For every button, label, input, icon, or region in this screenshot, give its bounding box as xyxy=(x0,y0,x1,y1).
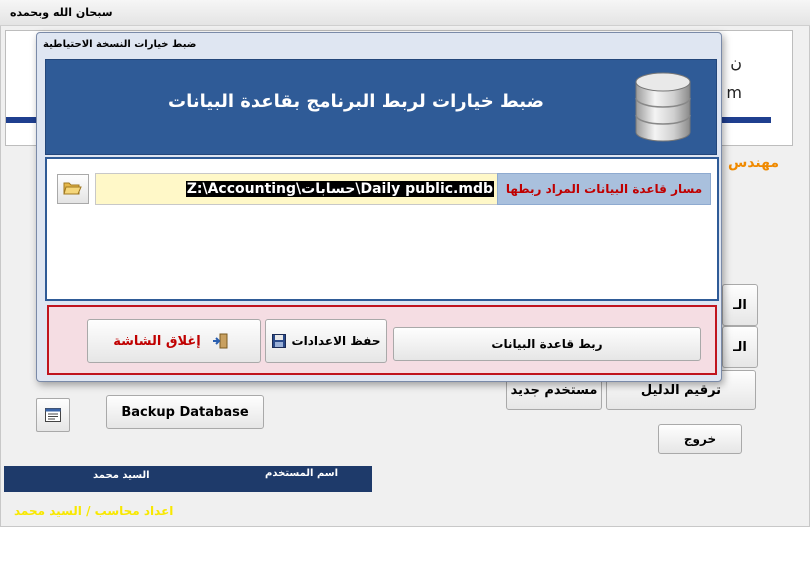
dialog-title: ضبط خيارات النسخة الاحتياطية xyxy=(43,39,197,50)
database-path-label: مسار قاعدة البيانات المراد ربطها xyxy=(497,173,711,205)
form-list-button[interactable] xyxy=(36,398,70,432)
exit-button[interactable]: خروج xyxy=(658,424,742,454)
link-database-button[interactable]: ربط قاعدة البيانات xyxy=(393,327,701,361)
save-settings-button[interactable]: حفظ الاعدادات xyxy=(265,319,387,363)
engineer-heading: مهندس xyxy=(728,155,780,171)
floppy-disk-icon xyxy=(271,334,286,348)
dialog-banner-title: ضبط خيارات لربط البرنامج بقاعدة البيانات xyxy=(168,91,544,112)
header-partial-text-1: ن xyxy=(730,53,742,72)
exit-door-icon xyxy=(212,333,228,349)
header-partial-text-2: m xyxy=(726,83,742,102)
database-icon xyxy=(635,72,691,142)
database-path-panel: Z:\Accounting\حسابات\Daily public.mdb مس… xyxy=(45,157,719,301)
dialog-banner: ضبط خيارات لربط البرنامج بقاعدة البيانات xyxy=(45,59,717,155)
close-screen-button[interactable]: إغلاق الشاشة xyxy=(87,319,261,363)
form-list-icon xyxy=(45,408,61,422)
backup-database-button[interactable]: Backup Database xyxy=(106,395,264,429)
save-settings-label: حفظ الاعدادات xyxy=(291,334,381,348)
user-name-value: السيد محمد xyxy=(93,470,150,481)
database-path-value: Z:\Accounting\حسابات\Daily public.mdb xyxy=(185,181,494,197)
partial-button-2[interactable]: الـ xyxy=(722,326,758,368)
partial-button-1[interactable]: الـ xyxy=(722,284,758,326)
browse-button[interactable] xyxy=(57,174,89,204)
folder-open-icon xyxy=(63,182,82,195)
database-path-field[interactable]: Z:\Accounting\حسابات\Daily public.mdb xyxy=(95,173,551,205)
user-name-label: اسم المستخدم xyxy=(265,468,339,479)
backup-settings-dialog: ضبط خيارات النسخة الاحتياطية ضبط خيارات … xyxy=(36,32,722,382)
author-credit: اعداد محاسب / السيد محمد xyxy=(14,504,174,518)
dialog-title-bar: ضبط خيارات النسخة الاحتياطية xyxy=(37,33,721,59)
dialog-actions-panel: إغلاق الشاشة حفظ الاعدادات ربط قاعدة الب… xyxy=(47,305,717,375)
close-screen-label: إغلاق الشاشة xyxy=(113,333,201,349)
main-window-title: سبحان الله وبحمده xyxy=(10,6,113,19)
main-title-bar: سبحان الله وبحمده xyxy=(0,0,810,26)
